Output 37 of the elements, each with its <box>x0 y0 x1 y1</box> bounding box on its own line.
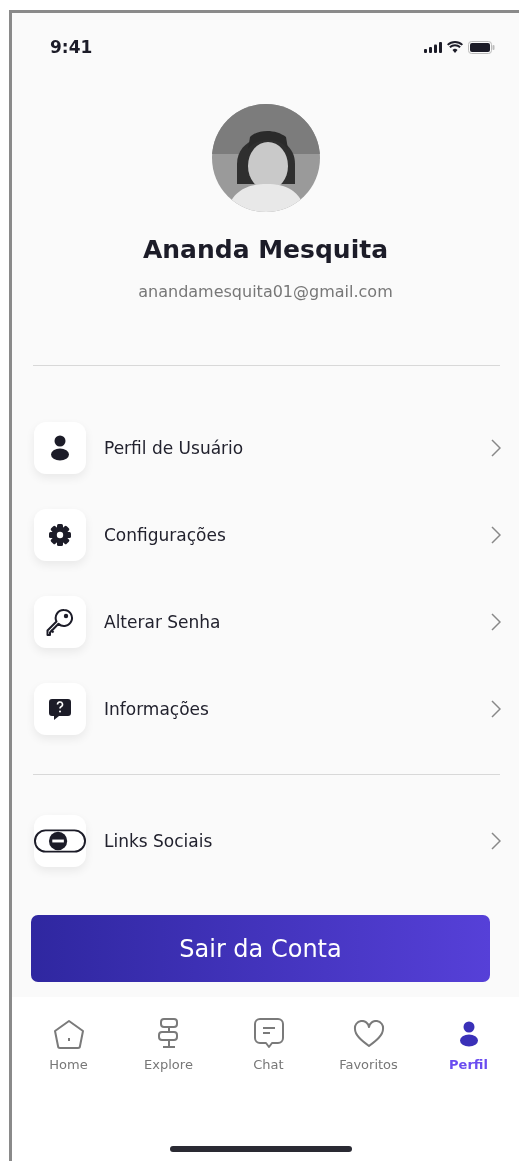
user-name: Ananda Mesquita <box>142 235 389 264</box>
logout-button[interactable]: Sair da Conta <box>31 915 490 982</box>
menu-item[interactable]: Configurações <box>12 507 519 563</box>
tab-label[interactable]: Chat <box>253 1057 284 1072</box>
menu-item[interactable]: Informações <box>12 681 519 737</box>
chevron-icon <box>491 526 501 544</box>
menu-item[interactable]: Perfil de Usuário <box>12 420 519 476</box>
menu-label: Perfil de Usuário <box>104 438 245 458</box>
chat-icon[interactable] <box>253 1018 284 1050</box>
tab-label[interactable]: Explore <box>144 1057 193 1072</box>
menu-item[interactable]: Alterar Senha <box>12 594 519 650</box>
menu-label: Configurações <box>104 525 227 545</box>
battery-icon <box>468 40 495 54</box>
chevron-icon <box>491 700 501 718</box>
signpost-icon[interactable] <box>156 1018 181 1050</box>
menu-item[interactable]: Links Sociais <box>12 813 519 869</box>
heart-icon[interactable] <box>352 1020 385 1048</box>
chevron-icon <box>491 832 501 850</box>
clock: 9:41 <box>50 37 93 57</box>
menu-label: Links Sociais <box>104 831 214 851</box>
home-icon[interactable] <box>52 1019 85 1049</box>
key-icon <box>46 608 74 636</box>
tab-label[interactable]: Perfil <box>449 1057 488 1072</box>
menu-label: Informações <box>104 699 210 719</box>
person-icon <box>50 435 70 461</box>
menu-label: Alterar Senha <box>104 612 222 632</box>
toggle-icon <box>34 828 86 854</box>
tab-label[interactable]: Favoritos <box>339 1057 398 1072</box>
signal-icon <box>424 41 442 53</box>
person-icon[interactable] <box>458 1021 479 1047</box>
user-email: anandamesquita01@gmail.com <box>138 282 393 301</box>
chevron-icon <box>491 439 501 457</box>
tab-label[interactable]: Home <box>49 1057 88 1072</box>
chevron-icon <box>491 613 501 631</box>
help-icon <box>48 697 72 721</box>
wifi-icon <box>447 41 463 53</box>
settings-icon <box>49 524 71 546</box>
